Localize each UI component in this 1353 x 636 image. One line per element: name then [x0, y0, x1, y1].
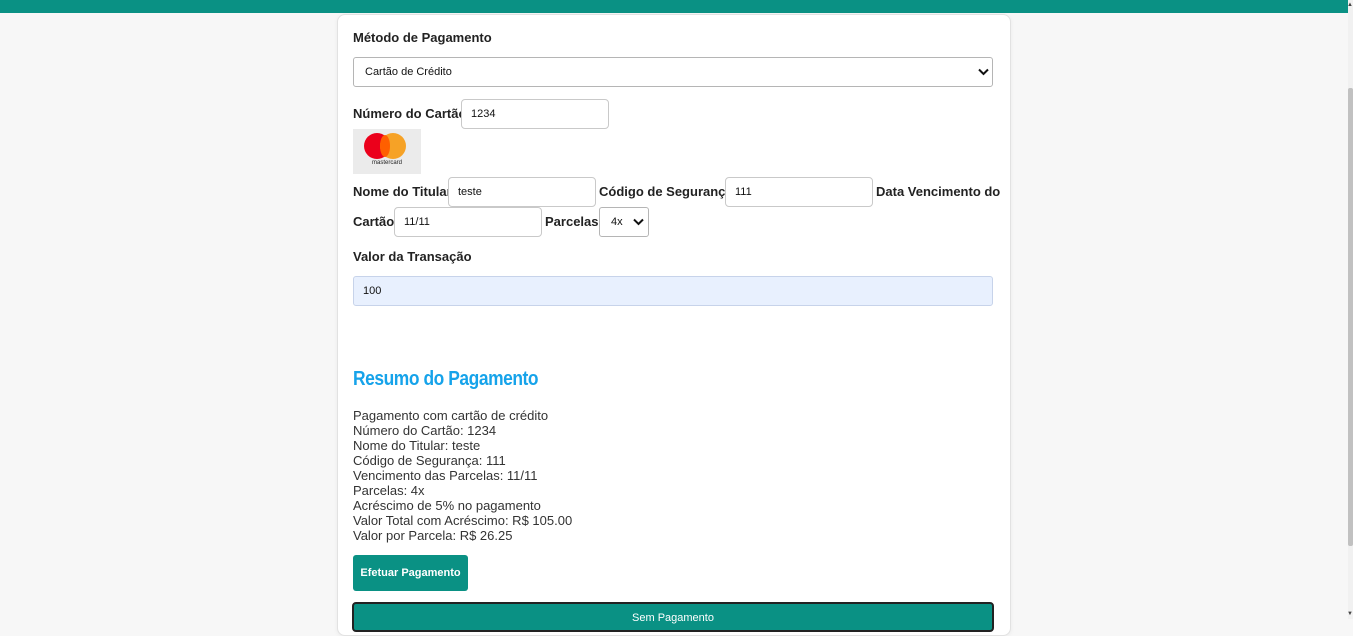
mastercard-wordmark: mastercard [371, 160, 402, 166]
summary-line: Vencimento das Parcelas: 11/11 [353, 468, 538, 483]
save-button[interactable]: Sem Pagamento [352, 602, 994, 632]
summary-line: Pagamento com cartão de crédito [353, 408, 549, 423]
payment-method-value: Cartão de Crédito [365, 66, 452, 78]
expiry-label-line2: Cartão [353, 214, 395, 229]
top-bar [0, 0, 1353, 13]
summary-line: Parcelas: 4x [353, 483, 425, 498]
summary-title: Resumo do Pagamento [353, 368, 539, 390]
card-number-input[interactable] [461, 99, 609, 129]
installments-label: Parcelas [545, 214, 599, 229]
summary-line: Valor por Parcela: R$ 26.25 [353, 528, 513, 543]
mastercard-overlap [380, 135, 390, 157]
summary-line: Número do Cartão: 1234 [353, 423, 497, 438]
amount-input[interactable]: 100 [353, 276, 993, 306]
holder-label: Nome do Titular [353, 184, 452, 199]
cvv-label: Código de Segurança [599, 184, 733, 199]
card-number-label: Número do Cartão [353, 106, 467, 121]
pay-button[interactable]: Efetuar Pagamento [353, 555, 468, 591]
summary-line: Valor Total com Acréscimo: R$ 105.00 [353, 513, 573, 528]
payment-method-select[interactable]: Cartão de Crédito [353, 57, 993, 87]
installments-select[interactable]: 4x [599, 207, 649, 237]
holder-input[interactable] [448, 177, 596, 207]
amount-value: 100 [363, 285, 382, 297]
summary-line: Nome do Titular: teste [353, 438, 481, 453]
expiry-label-line1: Data Vencimento do [876, 184, 1001, 199]
scroll-up-icon[interactable]: ▲ [1347, 2, 1353, 8]
summary-line: Código de Segurança: 111 [353, 453, 506, 468]
chevron-down-icon [633, 218, 644, 226]
summary-line: Acréscimo de 5% no pagamento [353, 498, 541, 513]
cvv-input[interactable] [725, 177, 873, 207]
scroll-down-icon[interactable]: ▼ [1347, 611, 1353, 617]
installments-value: 4x [611, 216, 623, 228]
expiry-input[interactable] [394, 207, 542, 237]
scrollbar-thumb[interactable] [1348, 88, 1353, 546]
summary-list: Pagamento com cartão de crédito Número d… [353, 408, 572, 543]
amount-label: Valor da Transação [353, 249, 472, 264]
payment-method-label: Método de Pagamento [353, 30, 492, 45]
chevron-down-icon [978, 68, 989, 76]
mastercard-logo: mastercard [353, 129, 421, 174]
